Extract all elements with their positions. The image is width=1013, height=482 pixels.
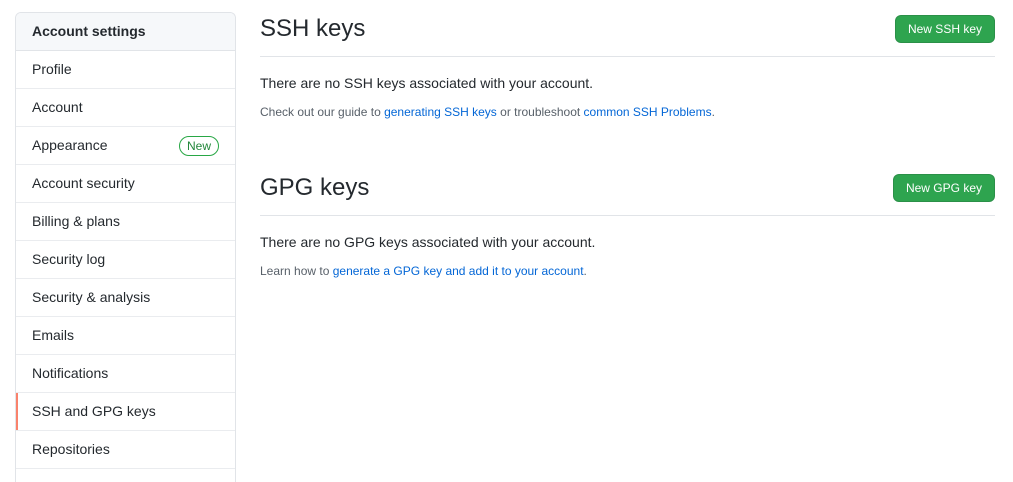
ssh-keys-section: SSH keys New SSH key There are no SSH ke… [260, 0, 995, 119]
gpg-keys-title: GPG keys [260, 174, 370, 201]
sidebar-item-ssh-gpg-keys[interactable]: SSH and GPG keys [16, 393, 235, 431]
sidebar-item-appearance[interactable]: Appearance New [16, 127, 235, 165]
generate-gpg-key-link[interactable]: generate a GPG key and add it to your ac… [333, 264, 584, 278]
sidebar-item-account[interactable]: Account [16, 89, 235, 127]
sidebar-item-label: SSH and GPG keys [32, 403, 156, 419]
sidebar-item-label: Notifications [32, 365, 109, 381]
ssh-section-header: SSH keys New SSH key [260, 0, 995, 57]
common-ssh-problems-link[interactable]: common SSH Problems [584, 105, 712, 119]
gpg-section-header: GPG keys New GPG key [260, 159, 995, 216]
sidebar-item-security-analysis[interactable]: Security & analysis [16, 279, 235, 317]
sidebar-item-label: Appearance [32, 137, 108, 153]
sidebar-item-profile[interactable]: Profile [16, 51, 235, 89]
sidebar-header: Account settings [16, 13, 235, 51]
sidebar-item-label: Profile [32, 61, 72, 77]
sidebar-item-label: Security & analysis [32, 289, 151, 305]
generating-ssh-keys-link[interactable]: generating SSH keys [384, 105, 497, 119]
ssh-note-middle: or troubleshoot [496, 105, 584, 119]
sidebar-item-label: Account security [32, 175, 135, 191]
ssh-note-suffix: . [711, 105, 715, 119]
gpg-note-suffix: . [583, 264, 587, 278]
gpg-help-note: Learn how to generate a GPG key and add … [260, 264, 995, 278]
sidebar-item-emails[interactable]: Emails [16, 317, 235, 355]
new-ssh-key-button[interactable]: New SSH key [894, 15, 995, 43]
ssh-keys-title: SSH keys [260, 15, 366, 42]
new-gpg-key-button[interactable]: New GPG key [892, 174, 995, 202]
sidebar-item-label: Security log [32, 251, 106, 267]
sidebar-item-label: Repositories [32, 441, 110, 457]
ssh-empty-message: There are no SSH keys associated with yo… [260, 75, 594, 91]
settings-sidebar: Account settings Profile Account Appeara… [15, 12, 236, 482]
sidebar-item-label: Account [32, 99, 83, 115]
sidebar-item-label: Emails [32, 327, 75, 343]
gpg-note-prefix: Learn how to [260, 264, 333, 278]
gpg-empty-message: There are no GPG keys associated with yo… [260, 234, 596, 250]
sidebar-item-repositories[interactable]: Repositories [16, 431, 235, 469]
main-content: SSH keys New SSH key There are no SSH ke… [260, 0, 995, 278]
sidebar-item-account-security[interactable]: Account security [16, 165, 235, 203]
new-badge: New [178, 135, 219, 156]
gpg-keys-section: GPG keys New GPG key There are no GPG ke… [260, 159, 995, 278]
ssh-note-prefix: Check out our guide to [260, 105, 385, 119]
sidebar-item-billing[interactable]: Billing & plans [16, 203, 235, 241]
sidebar-item-security-log[interactable]: Security log [16, 241, 235, 279]
ssh-help-note: Check out our guide to generating SSH ke… [260, 105, 995, 119]
sidebar-item-notifications[interactable]: Notifications [16, 355, 235, 393]
sidebar-item-label: Billing & plans [32, 213, 120, 229]
